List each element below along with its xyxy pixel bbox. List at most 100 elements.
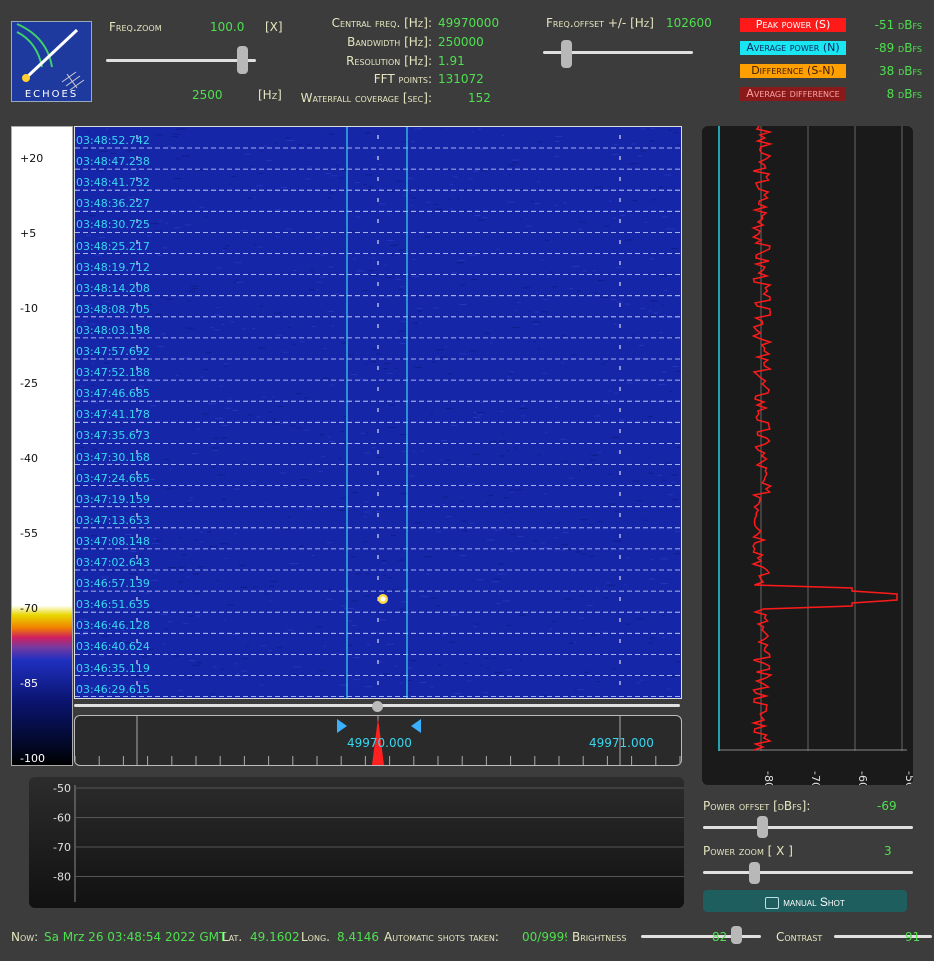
waterfall-timestamp: 03:47:13.653	[76, 513, 150, 527]
waterfall-timestamp: 03:48:30.725	[76, 218, 150, 232]
legend-value-0: -51 dBfs	[874, 18, 922, 32]
camera-icon	[765, 896, 780, 909]
waterfall-timestamp: 03:48:36.227	[76, 197, 150, 211]
fft-points-label: FFT points:	[373, 72, 432, 86]
central-freq-value: 49970000	[438, 16, 500, 30]
shots-value: 00/9999	[522, 930, 567, 944]
waterfall-scroll-knob[interactable]	[372, 701, 383, 712]
waterfall-timestamp: 03:46:57.139	[76, 577, 150, 591]
waterfall-timestamp: 03:48:14.208	[76, 281, 150, 295]
now-label: Now:	[11, 930, 39, 944]
legend-item-0: Peak power (S)	[740, 18, 846, 32]
colorbar-tick: -100	[20, 752, 45, 765]
brightness-slider-track[interactable]	[641, 935, 761, 938]
colorbar-tick: +5	[20, 227, 37, 240]
power-offset-slider-track[interactable]	[703, 826, 913, 829]
history-plot-tick: -80	[53, 871, 71, 884]
waterfall-timestamp: 03:47:41.178	[76, 408, 150, 422]
power-zoom-label: Power zoom [ X ]	[703, 844, 793, 858]
waterfall-timestamp: 03:48:41.732	[76, 176, 150, 190]
legend-item-2: Difference (S-N)	[740, 64, 846, 78]
freqoffset-slider-knob[interactable]	[561, 40, 573, 68]
legend-item-3: Average difference	[740, 87, 846, 101]
legend-item-1: Average power (N)	[740, 41, 846, 55]
waterfall-timestamp: 03:46:51.635	[76, 598, 150, 612]
legend-value-3: 8 dBfs	[886, 87, 922, 101]
waterfall-timestamp: 03:46:29.615	[76, 682, 150, 696]
power-zoom-slider-knob[interactable]	[748, 862, 760, 884]
power-offset-label: Power offset [dBfs]:	[703, 799, 811, 813]
colorbar-tick: -55	[20, 527, 38, 540]
freqzoom-slider-knob[interactable]	[236, 46, 248, 74]
brightness-value: 82	[712, 930, 728, 944]
bandwidth-value: 250000	[438, 35, 484, 49]
waterfall-timestamp: 03:48:08.705	[76, 302, 150, 316]
resolution-label: Resolution [Hz]:	[346, 54, 432, 68]
waterfall-timestamp: 03:48:19.712	[76, 260, 150, 274]
colorbar-tick: -85	[20, 677, 38, 690]
freqoffset-value: 102600	[666, 16, 712, 30]
colorbar-tick: -25	[20, 377, 38, 390]
power-profile-graphics: -80 -70 -60 -50	[718, 126, 913, 785]
freqoffset-label: Freq.offset +/- [Hz]	[546, 16, 654, 30]
colorbar-tick: -10	[20, 302, 38, 315]
long-value: 8.4146	[337, 930, 379, 944]
colorbar-tick: -70	[20, 602, 38, 615]
waterfall-coverage-label: Waterfall coverage [sec]:	[300, 91, 432, 105]
waterfall-timestamp: 03:46:35.119	[76, 661, 150, 675]
history-plot-tick: -70	[53, 841, 71, 854]
fft-points-value: 131072	[438, 72, 484, 86]
frequency-scale[interactable]: 49970.000 49971.000	[74, 715, 682, 766]
freqzoom-label: Freq.zoom	[109, 20, 162, 34]
power-plot-tick: -50	[903, 771, 913, 785]
contrast-label: Contrast	[776, 930, 823, 944]
long-label: Long.	[301, 930, 330, 944]
waterfall-timestamp: 03:46:46.128	[76, 619, 150, 633]
now-value: Sa Mrz 26 03:48:54 2022 GMT	[44, 930, 227, 944]
waterfall-timestamp: 03:48:25.217	[76, 239, 150, 253]
waterfall-timestamp: 03:47:46.685	[76, 387, 150, 401]
central-freq-label: Central freq. [Hz]:	[331, 16, 432, 30]
manual-shot-label: manual Shot	[783, 895, 845, 909]
brightness-label: Brightness	[572, 930, 627, 944]
waterfall-graphics	[75, 127, 681, 698]
power-colorbar: +20 +5 -10 -25 -40 -55 -70 -85 -100	[11, 126, 73, 766]
bandwidth-label: Bandwidth [Hz]:	[347, 35, 432, 49]
power-plot-tick: -80	[762, 771, 775, 785]
colorbar-tick: +20	[20, 152, 44, 165]
waterfall-timestamp: 03:48:03.198	[76, 323, 150, 337]
freqzoom-unit: [X]	[265, 20, 283, 34]
freqzoom-slider-track[interactable]	[106, 59, 256, 62]
power-profile-panel: -80 -70 -60 -50	[702, 126, 913, 785]
manual-shot-button[interactable]: manual Shot	[703, 890, 907, 912]
shots-label: Automatic shots taken:	[384, 930, 499, 944]
lat-value: 49.1602	[250, 930, 300, 944]
echoes-logo: ECHOES	[11, 21, 92, 102]
waterfall-display[interactable]: 03:48:52.742 03:48:47.238 03:48:41.732 03:4…	[74, 126, 682, 699]
power-zoom-value: 3	[884, 844, 892, 858]
colorbar-tick: -40	[20, 452, 38, 465]
lat-label: Lat.	[222, 930, 243, 944]
legend-value-2: 38 dBfs	[878, 64, 922, 78]
waterfall-timestamp: 03:47:19.159	[76, 492, 150, 506]
brightness-slider-knob[interactable]	[731, 926, 742, 944]
power-offset-value: -69	[877, 799, 897, 813]
freq-label-right: 49971.000	[589, 736, 654, 750]
waterfall-timestamp: 03:47:24.665	[76, 471, 150, 485]
history-plot-tick: -50	[53, 782, 71, 795]
history-plot-tick: -60	[53, 812, 71, 825]
waterfall-coverage-value: 152	[468, 91, 491, 105]
logo-text: ECHOES	[24, 89, 79, 100]
legend-value-1: -89 dBfs	[874, 41, 922, 55]
contrast-value: 91	[905, 930, 921, 944]
freqzoom-hz-unit: [Hz]	[258, 88, 282, 102]
power-history-panel: -50 -60 -70 -80	[29, 777, 684, 908]
waterfall-timestamp: 03:48:47.238	[76, 155, 150, 169]
power-plot-tick: -70	[809, 771, 822, 785]
power-history-graphics: -50 -60 -70 -80	[53, 782, 684, 902]
power-zoom-slider-track[interactable]	[703, 871, 913, 874]
waterfall-timestamp: 03:47:02.643	[76, 556, 150, 569]
waterfall-timestamp: 03:48:52.742	[76, 134, 150, 147]
power-offset-slider-knob[interactable]	[756, 816, 768, 838]
power-plot-tick: -60	[856, 771, 869, 785]
